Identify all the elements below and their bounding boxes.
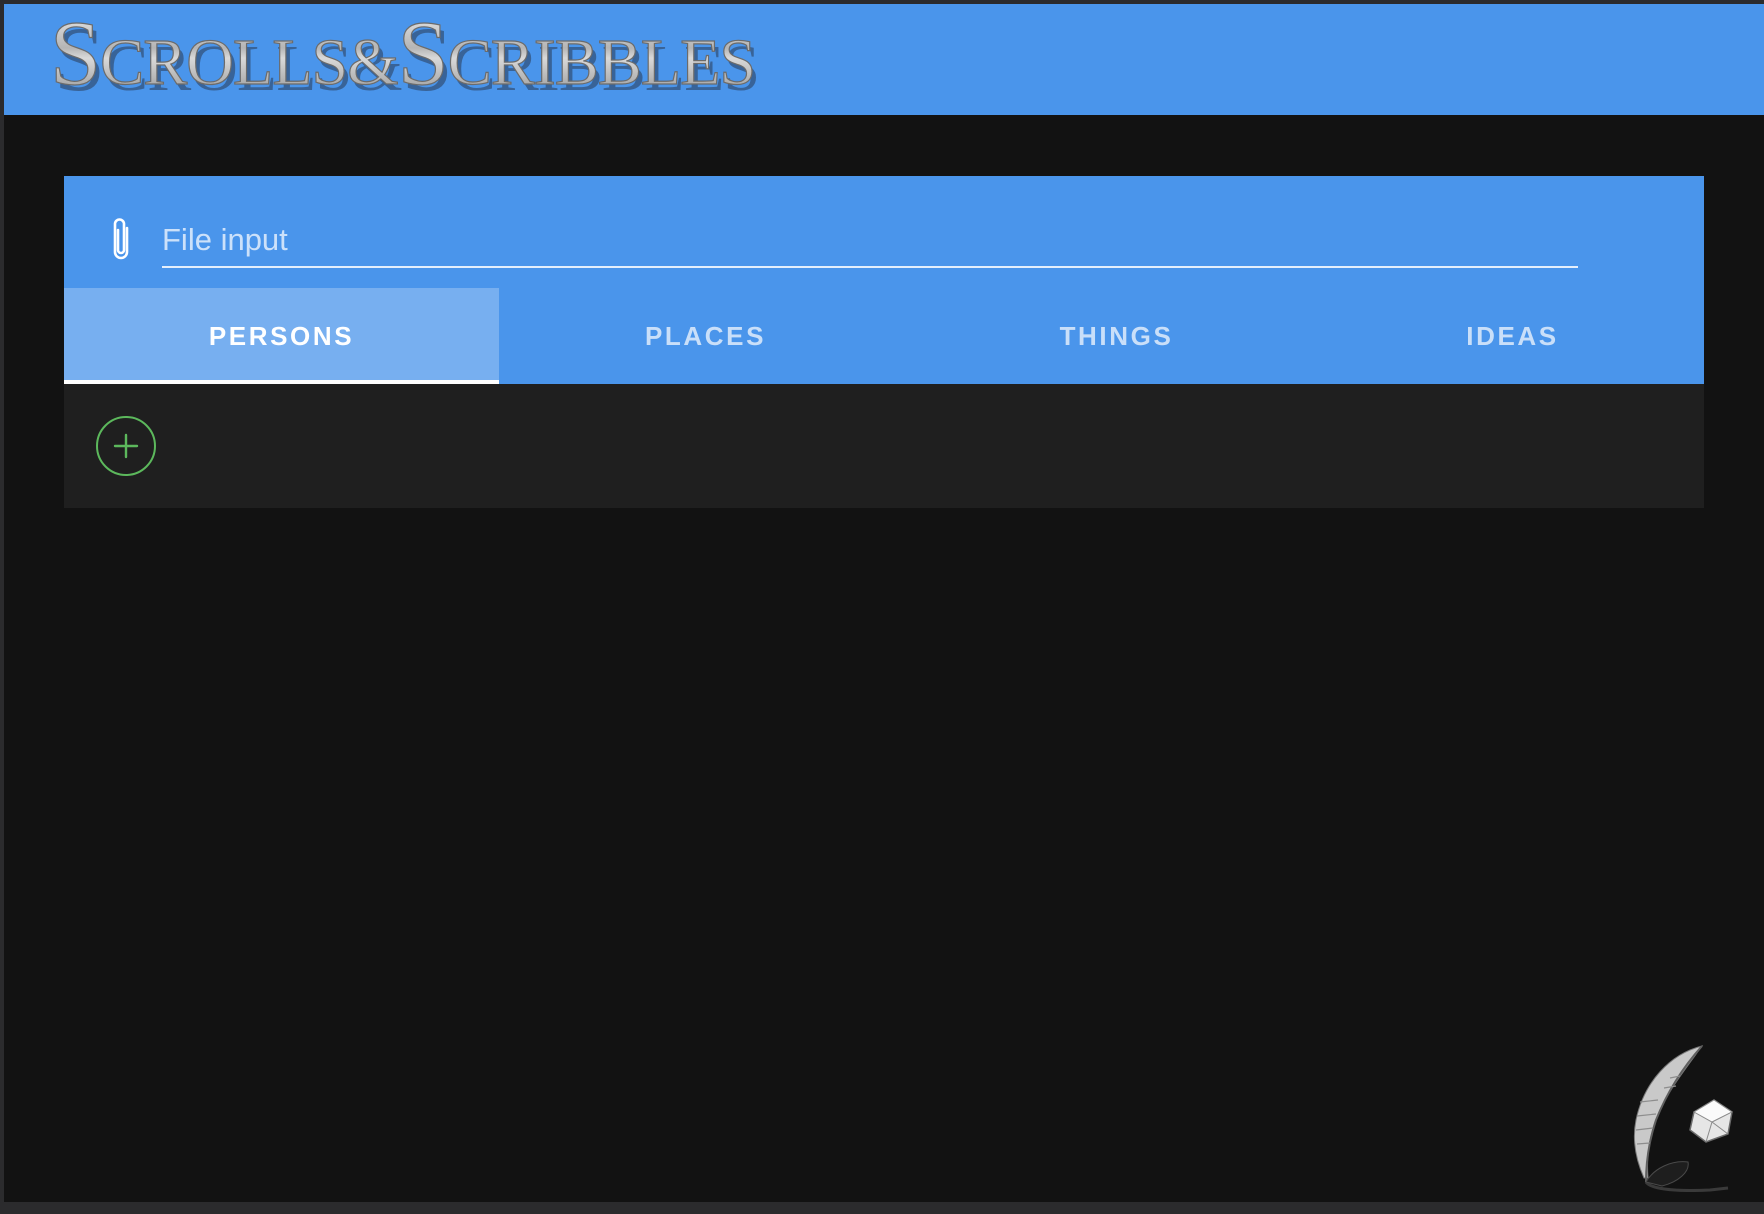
paperclip-icon[interactable] (108, 216, 134, 262)
category-tabs: PERSONS PLACES THINGS IDEAS (64, 288, 1704, 384)
file-input-row: File input (64, 176, 1704, 284)
app-logo: SCROLLS&SCRIBBLES SCROLLS&SCRIBBLES (49, 10, 760, 110)
quill-inkwell-icon (1633, 1045, 1733, 1192)
file-input[interactable]: File input (162, 216, 1578, 268)
svg-text:SCROLLS&SCRIBBLES: SCROLLS&SCRIBBLES (50, 10, 755, 104)
tab-things[interactable]: THINGS (912, 288, 1321, 384)
tab-persons[interactable]: PERSONS (64, 288, 499, 384)
plus-icon (113, 433, 139, 459)
card-header: File input PERSONS PLACES THINGS IDEAS (64, 176, 1704, 384)
content-card: File input PERSONS PLACES THINGS IDEAS (64, 176, 1704, 508)
tab-places[interactable]: PLACES (499, 288, 912, 384)
app-bar: SCROLLS&SCRIBBLES SCROLLS&SCRIBBLES (4, 4, 1764, 115)
add-button[interactable] (96, 416, 156, 476)
app-window: SCROLLS&SCRIBBLES SCROLLS&SCRIBBLES File… (4, 4, 1764, 1202)
tab-ideas[interactable]: IDEAS (1321, 288, 1704, 384)
file-input-label: File input (162, 222, 288, 257)
